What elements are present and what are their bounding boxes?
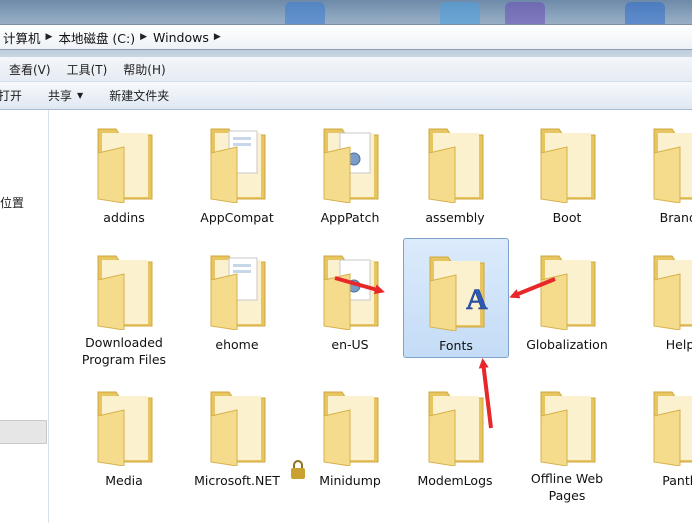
folder-icon xyxy=(323,128,379,203)
folder-label: en-US xyxy=(331,337,369,352)
folder-label: Minidump xyxy=(319,473,381,488)
folder-icon xyxy=(323,391,379,466)
folder-item[interactable]: ehome xyxy=(185,238,289,356)
folder-label: Offline Web Pages xyxy=(530,471,604,503)
folder-icon xyxy=(210,391,266,466)
command-bar: 打开 共享 ▼ 新建文件夹 xyxy=(0,82,692,110)
svg-text:A: A xyxy=(466,283,488,316)
folder-item[interactable]: Brandi xyxy=(628,111,692,229)
nav-item-location[interactable]: 位置 xyxy=(0,194,24,211)
folder-icon xyxy=(653,391,692,466)
breadcrumb-computer[interactable]: 计算机 ▶ xyxy=(0,25,55,49)
folder-icon xyxy=(653,128,692,203)
breadcrumb-local-disk[interactable]: 本地磁盘 (C:) ▶ xyxy=(55,25,150,49)
folder-icon xyxy=(540,391,596,466)
folder-label: AppPatch xyxy=(320,210,380,225)
folder-label: ModemLogs xyxy=(417,473,493,488)
menu-bar: 查看(V) 工具(T) 帮助(H) xyxy=(0,57,692,82)
folder-label: addins xyxy=(103,210,145,225)
folder-label: Microsoft.NET xyxy=(194,473,280,488)
folder-item[interactable]: Media xyxy=(72,374,176,492)
folder-icon xyxy=(428,128,484,203)
folder-label: Downloaded Program Files xyxy=(81,335,167,367)
new-folder-button[interactable]: 新建文件夹 xyxy=(109,87,169,104)
folder-label: AppCompat xyxy=(200,210,274,225)
folder-item[interactable]: addins xyxy=(72,111,176,229)
navigation-pane: 位置 xyxy=(0,110,49,523)
folder-item[interactable]: Boot xyxy=(515,111,619,229)
folder-item[interactable]: Offline Web Pages xyxy=(515,374,619,503)
folder-icon xyxy=(653,255,692,330)
folder-icon xyxy=(97,391,153,466)
breadcrumb-arrow-icon[interactable]: ▶ xyxy=(214,32,221,42)
folder-icon: A xyxy=(429,256,488,331)
file-list: addins AppCompat AppPatch assembly Boot Bran d… xyxy=(49,110,692,523)
breadcrumb-arrow-icon[interactable]: ▶ xyxy=(140,32,147,42)
menu-view[interactable]: 查看(V) xyxy=(0,61,59,78)
folder-label: Globalization xyxy=(526,337,608,352)
window-top-region: 计算机 ▶ 本地磁盘 (C:) ▶ Windows ▶ xyxy=(0,0,692,57)
folder-label: Panth xyxy=(662,473,692,488)
folder-icon xyxy=(540,128,596,203)
folder-label: ehome xyxy=(215,337,259,352)
folder-item[interactable]: Microsoft.NET xyxy=(185,374,289,492)
folder-icon xyxy=(210,255,266,330)
folder-label: Boot xyxy=(552,210,582,225)
folder-label: Fonts xyxy=(439,338,473,353)
breadcrumb-arrow-icon[interactable]: ▶ xyxy=(46,32,53,42)
folder-item[interactable]: AppCompat xyxy=(185,111,289,229)
menu-tools[interactable]: 工具(T) xyxy=(59,61,116,78)
open-button[interactable]: 打开 xyxy=(0,87,22,104)
breadcrumb-label: 计算机 xyxy=(3,30,41,46)
breadcrumb-label: 本地磁盘 (C:) xyxy=(58,30,136,46)
folder-icon xyxy=(210,128,266,203)
folder-label: Media xyxy=(105,473,143,488)
folder-icon xyxy=(540,255,596,330)
folder-item[interactable]: Help xyxy=(628,238,692,356)
address-bar[interactable]: 计算机 ▶ 本地磁盘 (C:) ▶ Windows ▶ xyxy=(0,24,692,50)
folder-item[interactable]: en-US xyxy=(298,238,402,356)
folder-item[interactable]: assembly xyxy=(403,111,507,229)
folder-label: assembly xyxy=(425,210,485,225)
nav-pane-scrollbar[interactable] xyxy=(0,420,47,444)
open-label: 打开 xyxy=(0,89,23,103)
share-button[interactable]: 共享 ▼ xyxy=(48,87,83,104)
share-label: 共享 xyxy=(48,89,73,103)
folder-icon xyxy=(97,255,153,330)
folder-label: Help xyxy=(665,337,692,352)
menu-help[interactable]: 帮助(H) xyxy=(115,61,173,78)
breadcrumb-windows[interactable]: Windows ▶ xyxy=(150,25,224,49)
folder-icon xyxy=(323,255,379,330)
new-folder-label: 新建文件夹 xyxy=(109,89,170,103)
folder-item[interactable]: AppPatch xyxy=(298,111,402,229)
folder-icon xyxy=(428,391,484,466)
folder-item[interactable]: A Fonts xyxy=(403,238,509,358)
folder-item[interactable]: Panth xyxy=(628,374,692,492)
folder-icon xyxy=(97,128,153,203)
breadcrumb-label: Windows xyxy=(153,29,209,45)
dropdown-arrow-icon: ▼ xyxy=(77,91,84,100)
folder-item[interactable]: Globalization xyxy=(515,238,619,356)
folder-item[interactable]: Minidump xyxy=(291,374,402,492)
folder-item[interactable]: Downloaded Program Files xyxy=(72,238,176,367)
folder-item[interactable]: ModemLogs xyxy=(403,374,507,492)
folder-label: Brandi xyxy=(659,210,692,225)
